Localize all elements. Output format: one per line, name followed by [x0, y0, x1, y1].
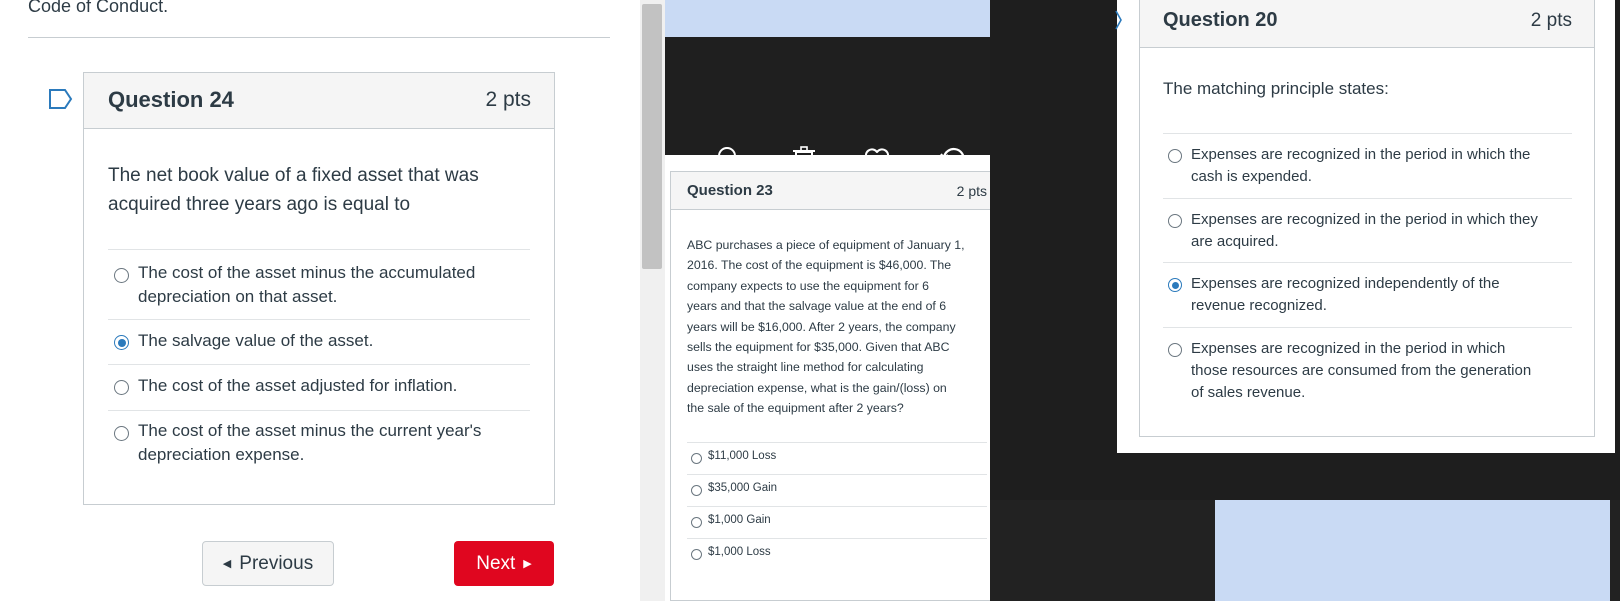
radio-button[interactable]	[114, 426, 129, 441]
answer-option[interactable]: Expenses are recognized in the period in…	[1163, 198, 1572, 263]
answer-text: $1,000 Gain	[708, 514, 771, 526]
answer-option[interactable]: $1,000 Gain	[687, 506, 987, 539]
answer-text: Expenses are recognized in the period in…	[1191, 340, 1506, 357]
bookmark-flag-icon[interactable]	[1115, 9, 1127, 31]
question-points: 2 pts	[956, 183, 987, 199]
answer-option[interactable]: The cost of the asset adjusted for infla…	[108, 364, 530, 411]
middle-quiz-pane: Question 23 2 pts ABC purchases a piece …	[665, 155, 1017, 601]
question-header: Question 20 2 pts	[1140, 0, 1594, 48]
question-23-card: Question 23 2 pts ABC purchases a piece …	[670, 171, 1002, 601]
background-panel-blue	[1215, 500, 1610, 601]
answer-option[interactable]: Expenses are recognized in the period in…	[1163, 133, 1572, 199]
answer-text: cash is expended.	[1191, 168, 1312, 185]
answer-option[interactable]: Expenses are recognized independently of…	[1163, 262, 1572, 328]
answer-text: The cost of the asset minus the accumula…	[138, 263, 476, 282]
radio-button[interactable]	[691, 517, 702, 528]
radio-button[interactable]	[114, 380, 129, 395]
answer-option[interactable]: $1,000 Loss	[687, 538, 987, 571]
radio-button[interactable]	[1168, 343, 1182, 357]
previous-label: Previous	[239, 552, 314, 574]
answer-text: Expenses are recognized independently of…	[1191, 275, 1500, 292]
scrollbar-thumb[interactable]	[642, 4, 662, 269]
answer-text: of sales revenue.	[1191, 384, 1306, 401]
radio-button-selected[interactable]	[1168, 278, 1182, 292]
background-panel-edge	[1610, 500, 1620, 601]
answer-text: are acquired.	[1191, 233, 1279, 250]
popup-quiz-pane: Question 20 2 pts The matching principle…	[1115, 0, 1615, 453]
divider	[28, 37, 610, 38]
answer-text: Expenses are recognized in the period in…	[1191, 146, 1531, 163]
answer-text: revenue recognized.	[1191, 297, 1327, 314]
answer-option[interactable]: The cost of the asset minus the current …	[108, 410, 530, 481]
radio-button[interactable]	[1168, 149, 1182, 163]
answer-text: $1,000 Loss	[708, 546, 771, 558]
answer-text: Expenses are recognized in the period in…	[1191, 211, 1538, 228]
next-label: Next	[476, 552, 516, 574]
answer-text: The salvage value of the asset.	[138, 331, 374, 350]
question-24-card: Question 24 2 pts The net book value of …	[83, 72, 555, 505]
question-header: Question 23 2 pts	[671, 172, 1001, 210]
left-quiz-pane: Code of Conduct. Question 24 2 pts The n…	[0, 0, 640, 601]
question-title: Question 23	[687, 182, 773, 199]
next-button[interactable]: Next ▶	[454, 541, 554, 586]
radio-button[interactable]	[691, 549, 702, 560]
answer-text: $11,000 Loss	[708, 450, 777, 462]
question-points: 2 pts	[1530, 10, 1572, 31]
question-title: Question 24	[108, 87, 234, 112]
question-20-card: Question 20 2 pts The matching principle…	[1139, 0, 1595, 437]
radio-button[interactable]	[691, 485, 702, 496]
radio-button[interactable]	[1168, 214, 1182, 228]
question-points: 2 pts	[485, 88, 531, 111]
radio-button[interactable]	[691, 453, 702, 464]
question-prompt: ABC purchases a piece of equipment of Ja…	[687, 238, 965, 416]
caret-right-icon: ▶	[523, 558, 532, 570]
answer-option[interactable]: $11,000 Loss	[687, 442, 987, 475]
answer-option[interactable]: The salvage value of the asset.	[108, 319, 530, 365]
answer-option[interactable]: The cost of the asset minus the accumula…	[108, 249, 530, 320]
question-prompt: The matching principle states:	[1163, 79, 1389, 98]
image-viewer-top-bar	[665, 0, 990, 37]
background-panel-dark	[990, 500, 1215, 601]
caret-left-icon: ◀	[222, 558, 232, 570]
radio-button[interactable]	[114, 268, 129, 283]
code-of-conduct-text: Code of Conduct.	[28, 0, 169, 16]
previous-button[interactable]: ◀ Previous	[202, 541, 334, 586]
answer-text: The cost of the asset adjusted for infla…	[138, 376, 458, 395]
answer-text: The cost of the asset minus the current …	[138, 421, 482, 440]
answer-text: $35,000 Gain	[708, 482, 778, 494]
answer-option[interactable]: $35,000 Gain	[687, 474, 987, 507]
answer-text: those resources are consumed from the ge…	[1191, 362, 1532, 379]
answer-option[interactable]: Expenses are recognized in the period in…	[1163, 327, 1572, 414]
question-prompt: The net book value of a fixed asset that…	[108, 165, 479, 215]
answer-text: depreciation expense.	[138, 445, 305, 464]
image-viewer-toolbar	[665, 37, 990, 172]
question-title: Question 20	[1163, 9, 1278, 31]
radio-button-selected[interactable]	[114, 335, 129, 350]
question-header: Question 24 2 pts	[84, 73, 554, 129]
answer-text: depreciation on that asset.	[138, 287, 338, 306]
bookmark-flag-icon[interactable]	[48, 88, 73, 110]
